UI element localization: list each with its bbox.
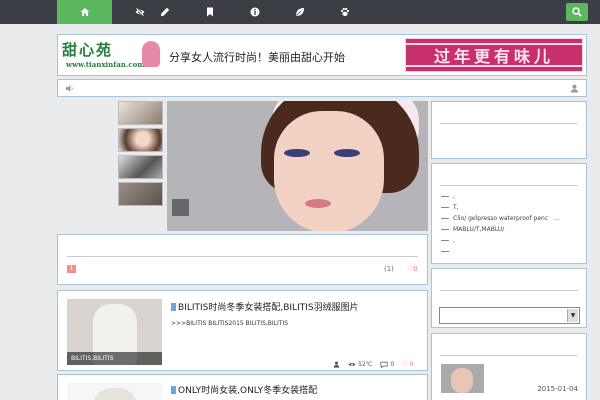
- info-icon: [250, 7, 259, 17]
- post-excerpt: >>>BILITIS BILITIS2015 BILITIS,BILITIS: [171, 320, 289, 327]
- post-card: ONLY时尚女装,ONLY冬季女装搭配: [57, 374, 428, 400]
- archive-select[interactable]: ▼: [439, 307, 580, 324]
- user-icon[interactable]: [570, 84, 579, 93]
- paw-icon: [340, 7, 349, 16]
- widget-divider: [440, 290, 578, 291]
- list-dash: [441, 229, 449, 230]
- slider-thumb-3[interactable]: [118, 155, 163, 179]
- title-marker: [171, 385, 176, 394]
- home-icon: [80, 8, 89, 16]
- site-header: 甜心苑 www.tianxinfan.com 分享女人流行时尚！美丽由甜心开始 …: [57, 34, 587, 76]
- comments-meta[interactable]: 0: [380, 361, 394, 368]
- bookmark-icon: [206, 7, 213, 17]
- list-item-text: ,: [453, 237, 455, 244]
- speaker-icon: [65, 84, 73, 93]
- list-item[interactable]: [441, 246, 560, 257]
- post-title-text: ONLY时尚女装,ONLY冬季女装搭配: [178, 386, 318, 396]
- notice-bar: [57, 79, 587, 97]
- widget-divider: [440, 185, 578, 186]
- featured-divider: [67, 256, 418, 257]
- likes-count: 0: [409, 361, 414, 368]
- list-item[interactable]: T,: [441, 202, 560, 213]
- slider-main-image[interactable]: [167, 101, 428, 231]
- chevron-down-icon: ▼: [567, 309, 578, 322]
- list-item-text: MABLU/T,MABLU/: [453, 226, 505, 233]
- search-icon: [572, 7, 582, 17]
- title-marker: [171, 302, 176, 311]
- slide-eye-left: [284, 149, 310, 157]
- list-item[interactable]: Clio/ gelpresso waterproof penc...: [441, 213, 560, 224]
- post-thumbnail-figure: [93, 388, 137, 400]
- list-dash: [441, 251, 449, 252]
- site-logo[interactable]: 甜心苑 www.tianxinfan.com: [62, 39, 162, 71]
- post-thumbnail[interactable]: BILITIS,BILITIS: [67, 299, 162, 365]
- leaf-icon: [295, 8, 304, 16]
- post-thumbnail-caption: BILITIS,BILITIS: [67, 352, 162, 365]
- site-slogan: 分享女人流行时尚！美丽由甜心开始: [169, 51, 345, 64]
- list-item[interactable]: ,: [441, 191, 560, 202]
- slide-lips: [305, 199, 331, 208]
- top-navigation: [0, 0, 600, 24]
- pencil-icon: [160, 7, 169, 17]
- ad-border-bottom: [406, 65, 582, 67]
- ad-text: 过年更有味儿: [433, 47, 554, 66]
- slider-thumbnails: [118, 101, 163, 209]
- nav-paw[interactable]: [317, 0, 372, 24]
- featured-box: 1 (1) ♡0: [57, 234, 428, 285]
- list-dash: [441, 218, 449, 219]
- author-meta[interactable]: [333, 361, 340, 368]
- featured-likes[interactable]: ♡0: [407, 265, 418, 273]
- views-count: 52℃: [358, 361, 373, 368]
- widget-divider: [440, 355, 578, 356]
- logo-title: 甜心苑: [62, 41, 114, 59]
- list-dash: [441, 240, 449, 241]
- slider-thumb-1[interactable]: [118, 101, 163, 125]
- views-meta: 52℃: [348, 361, 372, 368]
- featured-likes-count: 0: [413, 265, 418, 273]
- recent-thumb-figure: [451, 368, 473, 393]
- list-item-more: ...: [554, 215, 560, 222]
- slide-face: [274, 111, 384, 231]
- eye-icon: [348, 362, 356, 367]
- logo-mascot: [142, 41, 160, 67]
- slider-nav-button[interactable]: [172, 199, 189, 216]
- list-item-text: T,: [453, 204, 459, 211]
- heart-icon: ♡: [402, 361, 408, 368]
- sidebar-widget-recent: 2015-01-04: [431, 333, 587, 400]
- post-meta: 52℃ 0 ♡ 0: [333, 361, 413, 368]
- featured-count: (1): [384, 265, 394, 273]
- list-dash: [441, 196, 449, 197]
- sidebar-widget-select: ▼: [431, 268, 587, 328]
- sidebar-list: , T, Clio/ gelpresso waterproof penc... …: [441, 191, 560, 257]
- post-card: BILITIS,BILITIS BILITIS时尚冬季女装搭配,BILITIS羽…: [57, 290, 428, 371]
- comments-count: 0: [390, 361, 395, 368]
- slider-thumb-4[interactable]: [118, 182, 163, 206]
- list-item[interactable]: MABLU/T,MABLU/: [441, 224, 560, 235]
- sidebar-widget-1: [431, 101, 587, 159]
- slide-eye-right: [334, 149, 360, 157]
- search-button[interactable]: [566, 3, 588, 21]
- featured-rank-badge: 1: [67, 265, 76, 273]
- list-item-text: Clio/ gelpresso waterproof penc: [453, 215, 549, 222]
- list-item-text: ,: [453, 193, 455, 200]
- list-item[interactable]: ,: [441, 235, 560, 246]
- logo-url: www.tianxinfan.com: [66, 60, 145, 69]
- comment-icon: [380, 361, 388, 368]
- post-title[interactable]: ONLY时尚女装,ONLY冬季女装搭配: [171, 383, 317, 396]
- slider-thumb-2[interactable]: [118, 128, 163, 152]
- user-icon: [333, 361, 340, 368]
- sidebar-widget-tags: , T, Clio/ gelpresso waterproof penc... …: [431, 163, 587, 264]
- ad-border-top: [406, 43, 582, 45]
- post-title[interactable]: BILITIS时尚冬季女装搭配,BILITIS羽绒服图片: [171, 300, 359, 313]
- widget-divider: [440, 123, 578, 124]
- nav-home[interactable]: [57, 0, 112, 24]
- post-title-text: BILITIS时尚冬季女装搭配,BILITIS羽绒服图片: [178, 303, 359, 313]
- recent-post-date: 2015-01-04: [537, 385, 578, 393]
- post-thumbnail[interactable]: [67, 383, 162, 400]
- likes-meta[interactable]: ♡ 0: [402, 361, 413, 368]
- recent-post-thumbnail[interactable]: [441, 364, 484, 393]
- list-dash: [441, 207, 449, 208]
- ad-banner[interactable]: 过年更有味儿: [405, 38, 583, 72]
